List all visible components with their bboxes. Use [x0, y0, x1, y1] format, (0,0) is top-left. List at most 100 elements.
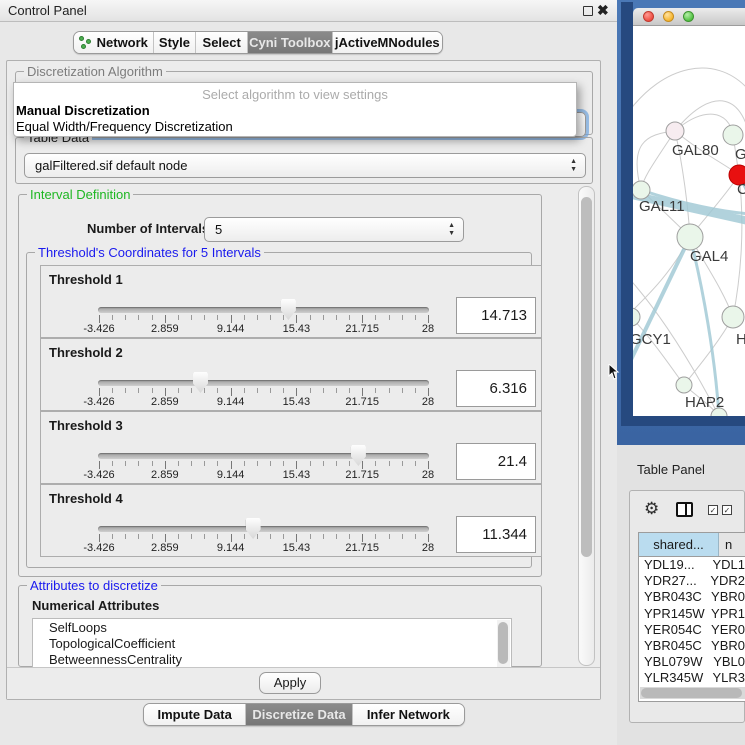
tab-impute-data[interactable]: Impute Data [144, 704, 245, 725]
top-tab-group: Network Style Select Cyni Toolbox jActiv… [73, 31, 443, 54]
thresholds-group-label: Threshold's Coordinates for 5 Intervals [35, 245, 264, 260]
checkbox-icon[interactable]: ✓ [708, 505, 718, 515]
table-row[interactable]: YPR145WYPR1 [639, 606, 745, 622]
spinner-arrows-icon: ▲▼ [448, 222, 455, 238]
network-window-titlebar[interactable] [633, 8, 745, 26]
panel-scrollbar[interactable] [578, 186, 595, 666]
tick-label: 21.715 [345, 469, 379, 481]
threshold-value-field[interactable]: 6.316 [456, 370, 536, 407]
number-of-intervals-value: 5 [215, 222, 222, 237]
network-node [677, 224, 703, 250]
numerical-attributes-list[interactable]: SelfLoops TopologicalCoefficient Between… [32, 618, 512, 670]
network-node [633, 181, 650, 199]
threshold-row: Threshold 3 -3.426 2.859 9.144 15.43 21.… [40, 411, 542, 484]
thresholds-group: Threshold's Coordinates for 5 Intervals … [26, 252, 532, 568]
tab-select[interactable]: Select [195, 32, 247, 53]
table-horizontal-scrollbar[interactable] [640, 687, 745, 699]
column-header-name[interactable]: n [719, 533, 745, 556]
table-row[interactable]: YBR045CYBR0 [639, 638, 745, 654]
threshold-value-field[interactable]: 21.4 [456, 443, 536, 480]
tick-label: 2.859 [151, 469, 179, 481]
table-data-combo[interactable]: galFiltered.sif default node ▲▼ [24, 153, 586, 178]
interval-definition-label: Interval Definition [27, 187, 133, 202]
tab-style[interactable]: Style [153, 32, 196, 53]
number-of-intervals-spinner[interactable]: 5 ▲▼ [204, 217, 464, 242]
dropdown-option-equal-width-frequency[interactable]: Equal Width/Frequency Discretization [16, 119, 233, 134]
tick-label: 15.43 [283, 469, 311, 481]
columns-icon[interactable] [676, 502, 693, 517]
close-icon[interactable]: ✖ [597, 2, 609, 19]
node-table[interactable]: shared... n YDL19...YDL1 YDR27...YDR2 YB… [638, 532, 745, 702]
column-header-shared-name[interactable]: shared... [639, 533, 719, 556]
bottom-tab-group: Impute Data Discretize Data Infer Networ… [143, 703, 465, 726]
list-item[interactable]: SelfLoops [33, 619, 511, 635]
network-node [723, 125, 743, 145]
tick-label: 21.715 [345, 396, 379, 408]
number-of-intervals-label: Number of Intervals [87, 221, 209, 236]
threshold-slider-track[interactable] [98, 453, 429, 459]
tick-label: 9.144 [217, 469, 245, 481]
threshold-slider-track[interactable] [98, 526, 429, 532]
cyni-toolbox-panel: Discretization Algorithm ▲▼ Table Data g… [6, 60, 601, 700]
table-row[interactable]: YDR27...YDR2 [639, 573, 745, 589]
discretization-algorithm-label: Discretization Algorithm [24, 64, 166, 79]
tick-label: 15.43 [283, 396, 311, 408]
right-region: GAL80 GA GAL11 C GAL4 GCY1 H HAP2 Table … [617, 0, 745, 745]
tab-cyni-toolbox[interactable]: Cyni Toolbox [247, 32, 332, 53]
combo-arrows-icon: ▲▼ [570, 158, 577, 174]
network-node [666, 122, 684, 140]
tab-network[interactable]: Network [74, 32, 153, 53]
tab-discretize-data[interactable]: Discretize Data [245, 704, 351, 725]
threshold-row: Threshold 4 -3.426 2.859 9.144 15.43 21.… [40, 484, 542, 557]
network-graph: GAL80 GA GAL11 C GAL4 GCY1 H HAP2 [633, 26, 745, 416]
table-row[interactable]: YER054CYER0 [639, 622, 745, 638]
list-item[interactable]: TopologicalCoefficient [33, 635, 511, 651]
interval-definition-group: Interval Definition Number of Intervals … [18, 194, 542, 577]
threshold-slider-track[interactable] [98, 380, 429, 386]
panel-scrollbar-thumb[interactable] [581, 197, 592, 557]
threshold-slider-track[interactable] [98, 307, 429, 313]
dropdown-placeholder: Select algorithm to view settings [14, 87, 576, 102]
table-row[interactable]: YBL079WYBL0 [639, 654, 745, 670]
tick-label: 9.144 [217, 396, 245, 408]
threshold-label: Threshold 2 [49, 345, 123, 360]
node-label: GA [735, 146, 745, 163]
tick-label: -3.426 [83, 323, 114, 335]
minimize-traffic-light-icon[interactable] [663, 11, 674, 22]
node-label: GAL4 [690, 248, 728, 265]
mouse-cursor [608, 364, 620, 380]
network-view-window[interactable]: GAL80 GA GAL11 C GAL4 GCY1 H HAP2 [633, 8, 745, 416]
node-label: GCY1 [633, 331, 671, 348]
tick-label: 21.715 [345, 323, 379, 335]
apply-button[interactable]: Apply [259, 672, 321, 694]
list-item[interactable]: BetweennessCentrality [33, 651, 511, 667]
gear-icon[interactable]: ⚙ [644, 499, 659, 519]
tick-label: 15.43 [283, 542, 311, 554]
network-node [676, 377, 692, 393]
tick-label: 2.859 [151, 323, 179, 335]
table-row[interactable]: YBR043CYBR0 [639, 589, 745, 605]
network-canvas[interactable]: GAL80 GA GAL11 C GAL4 GCY1 H HAP2 [633, 26, 745, 416]
node-label: GAL80 [672, 142, 719, 159]
window-title: Control Panel [8, 3, 87, 18]
threshold-row: Threshold 2 -3.426 2.859 9.144 15.43 21.… [40, 338, 542, 411]
attributes-group-label: Attributes to discretize [27, 578, 161, 593]
table-toolbar: ⚙ ✓ ✓ [630, 491, 744, 531]
tick-label: 9.144 [217, 323, 245, 335]
list-scrollbar[interactable] [497, 620, 510, 670]
threshold-value-field[interactable]: 14.713 [456, 297, 536, 334]
network-node [722, 306, 744, 328]
table-row[interactable]: YLR345WYLR3 [639, 670, 745, 686]
zoom-traffic-light-icon[interactable] [683, 11, 694, 22]
table-row[interactable]: YDL19...YDL1 [639, 557, 745, 573]
close-traffic-light-icon[interactable] [643, 11, 654, 22]
tab-infer-network[interactable]: Infer Network [352, 704, 464, 725]
threshold-value-field[interactable]: 11.344 [456, 516, 536, 553]
apply-bar: Apply [7, 667, 600, 699]
tab-jactivemnodules[interactable]: jActiveMNodules [332, 32, 442, 53]
threshold-row: Threshold 1 -3.426 2.859 9.144 15.43 21.… [40, 265, 542, 338]
dropdown-option-manual-discretization[interactable]: Manual Discretization [16, 103, 150, 118]
float-window-icon[interactable] [583, 6, 593, 16]
checkbox-icon[interactable]: ✓ [722, 505, 732, 515]
node-label: GAL11 [639, 198, 685, 215]
